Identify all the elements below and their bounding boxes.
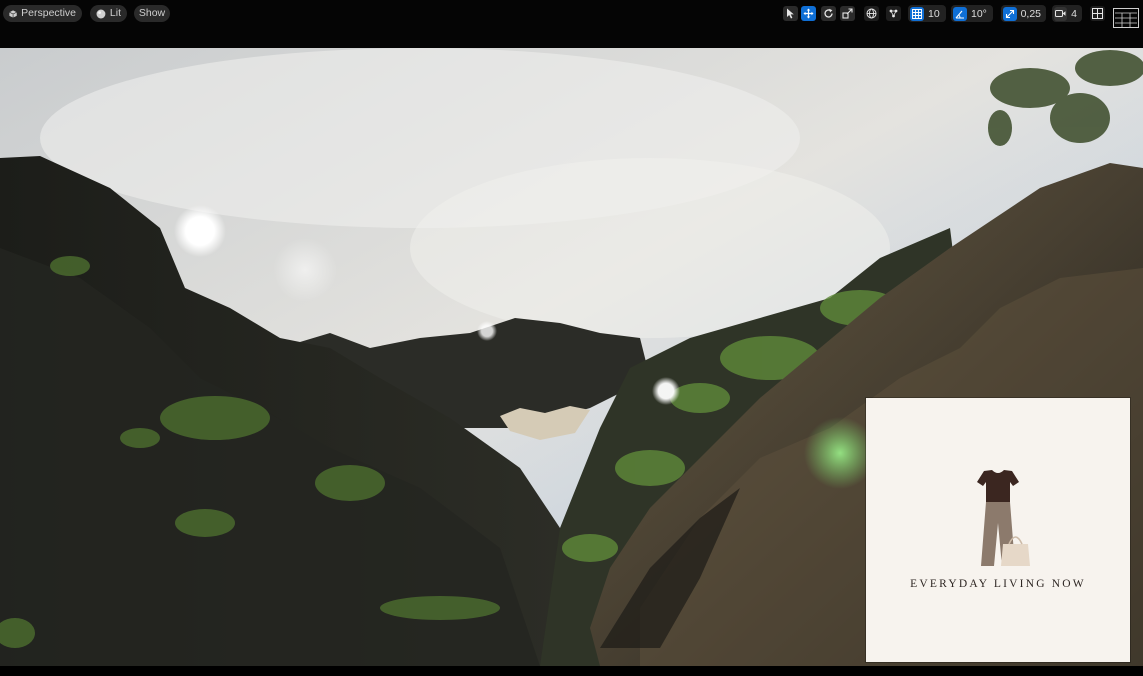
lit-label: Lit (109, 7, 121, 19)
show-button[interactable]: Show (134, 5, 170, 22)
outfit-logo-icon (977, 470, 1030, 566)
cube-icon (9, 9, 17, 18)
viewport-options-button[interactable] (1090, 6, 1105, 21)
rotate-icon (824, 8, 833, 18)
scale-snap-value[interactable]: 0,25 (1021, 8, 1041, 20)
viewport-grid-icon (1092, 8, 1103, 19)
scale-icon (842, 8, 853, 19)
select-icon (787, 8, 794, 19)
brand-logo-text: EVERYDAY LIVING NOW (910, 578, 1086, 590)
viewport-toolbar: Perspective Lit Show 10 10° 0,25 4 (0, 0, 1143, 48)
perspective-label: Perspective (21, 7, 76, 19)
scale-snap-control[interactable]: 0,25 (1001, 5, 1046, 22)
select-tool-button[interactable] (783, 6, 798, 21)
show-label: Show (138, 7, 166, 19)
viewport-layout-button[interactable] (1113, 8, 1139, 28)
scale-snap-toggle[interactable] (1003, 6, 1017, 21)
angle-icon (955, 10, 964, 19)
camera-speed-value[interactable]: 4 (1071, 8, 1077, 20)
camera-icon (1055, 10, 1066, 17)
scale-snap-icon (1005, 9, 1014, 18)
grid-icon (912, 8, 922, 19)
surface-snap-icon (889, 9, 898, 18)
globe-icon (866, 8, 877, 19)
viewport-layout-icon (1115, 12, 1137, 27)
camera-speed-toggle[interactable] (1054, 6, 1068, 21)
grid-snap-value[interactable]: 10 (928, 8, 940, 20)
lit-button[interactable]: Lit (90, 5, 127, 22)
grid-snap-toggle[interactable] (910, 6, 924, 21)
sphere-icon (96, 9, 106, 18)
rotation-snap-control[interactable]: 10° (951, 5, 993, 22)
rotation-snap-toggle[interactable] (953, 6, 967, 21)
brand-logo-card: EVERYDAY LIVING NOW (866, 398, 1130, 662)
surface-snap-button[interactable] (886, 6, 901, 21)
perspective-button[interactable]: Perspective (3, 5, 82, 22)
world-space-button[interactable] (864, 6, 879, 21)
camera-speed-control[interactable]: 4 (1052, 5, 1082, 22)
scale-tool-button[interactable] (840, 6, 855, 21)
rotation-snap-value[interactable]: 10° (971, 8, 987, 20)
viewport-bottom-edge (0, 666, 1143, 676)
move-icon (803, 8, 814, 19)
rotate-tool-button[interactable] (821, 6, 836, 21)
grid-snap-control[interactable]: 10 (908, 5, 946, 22)
move-tool-button[interactable] (801, 6, 816, 21)
